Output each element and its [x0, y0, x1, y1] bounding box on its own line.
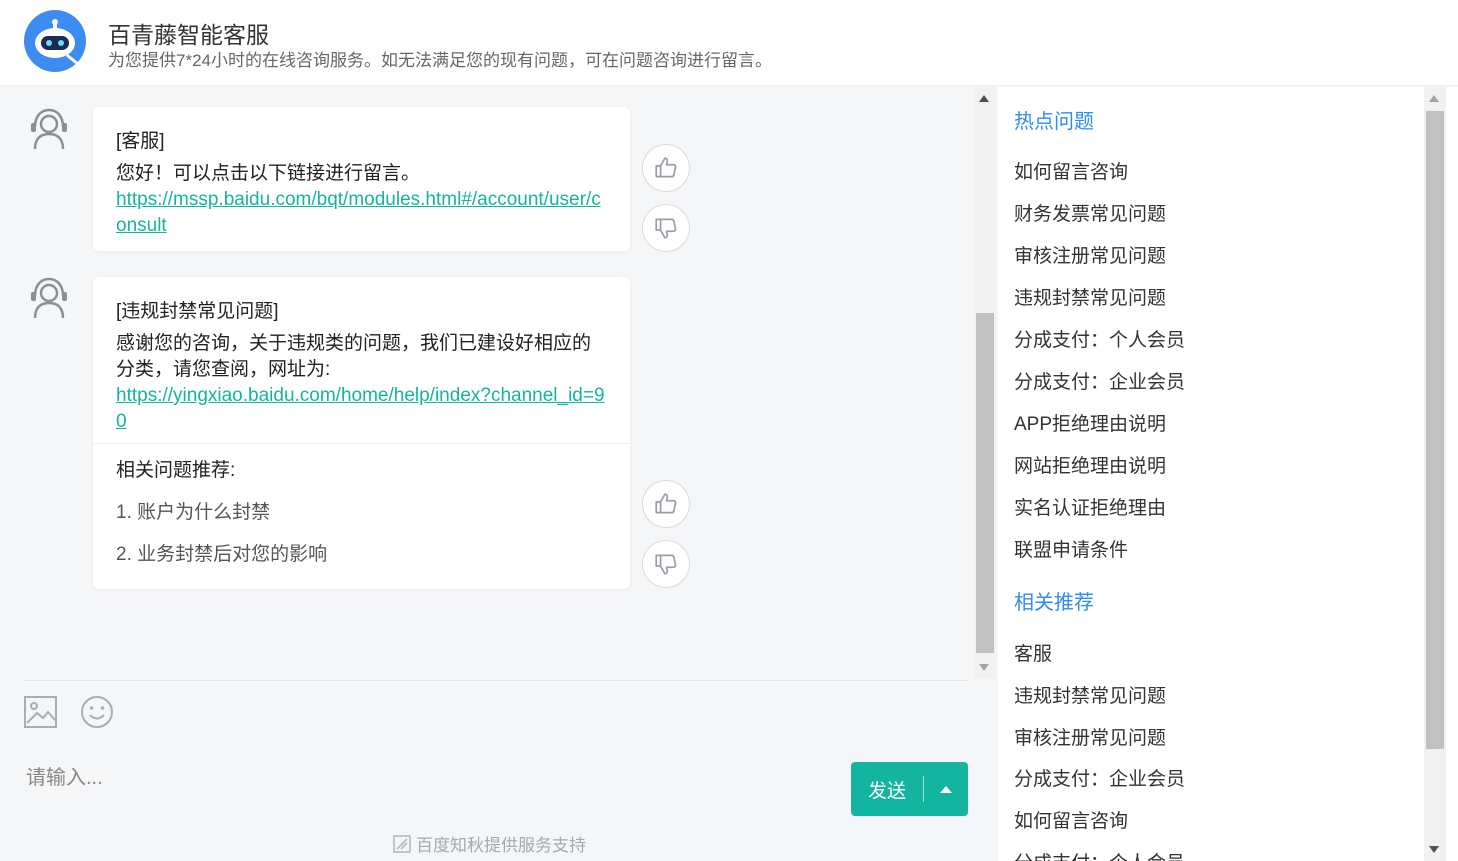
scroll-down-icon[interactable]: [979, 664, 989, 671]
hot-question-item[interactable]: APP拒绝理由说明: [1014, 409, 1166, 436]
recommend-item[interactable]: 2. 业务封禁后对您的影响: [116, 542, 606, 568]
hot-question-item[interactable]: 分成支付：个人会员: [1014, 325, 1185, 352]
scroll-up-icon[interactable]: [979, 95, 989, 102]
scrollbar-thumb[interactable]: [1426, 111, 1444, 749]
brand-mark-icon: [393, 834, 411, 853]
related-title: 相关推荐: [1014, 592, 1094, 614]
agent-avatar-icon: [31, 108, 67, 150]
chat-scrollbar[interactable]: [974, 87, 996, 679]
footer: 百度知秋提供服务支持: [392, 831, 586, 856]
app-subtitle: 为您提供7*24小时的在线咨询服务。如无法满足您的现有问题，可在问题咨询进行留言…: [108, 51, 772, 70]
message-text: 您好！可以点击以下链接进行留言。: [116, 163, 421, 184]
hot-question-item[interactable]: 网站拒绝理由说明: [1014, 451, 1166, 478]
message-bubble: [违规封禁常见问题] 感谢您的咨询，关于违规类的问题，我们已建设好相应的分类，请…: [93, 277, 630, 589]
thumbs-up-button[interactable]: [642, 144, 690, 192]
thumbs-down-button[interactable]: [642, 204, 690, 252]
message-link[interactable]: https://mssp.baidu.com/bqt/modules.html#…: [116, 189, 601, 236]
thumbs-down-button[interactable]: [642, 540, 690, 588]
hot-question-item[interactable]: 违规封禁常见问题: [1014, 283, 1166, 310]
thumbs-down-icon: [655, 218, 677, 239]
agent-avatar-icon: [31, 277, 67, 319]
sidebar-scrollbar[interactable]: [1424, 87, 1446, 861]
composer-divider: [24, 680, 969, 681]
send-button[interactable]: 发送: [851, 762, 968, 816]
related-item[interactable]: 客服: [1014, 639, 1052, 666]
app-title: 百青藤智能客服: [108, 22, 269, 48]
sidebar: 热点问题 如何留言咨询 财务发票常见问题 审核注册常见问题 违规封禁常见问题 分…: [998, 87, 1458, 861]
scroll-up-icon[interactable]: [1429, 95, 1439, 102]
header: 百青藤智能客服 为您提供7*24小时的在线咨询服务。如无法满足您的现有问题，可在…: [0, 0, 1458, 86]
thumbs-up-icon: [655, 157, 677, 178]
recommend-title: 相关问题推荐:: [116, 460, 236, 481]
message-bubble: [客服] 您好！可以点击以下链接进行留言。 https://mssp.baidu…: [93, 107, 630, 251]
hot-question-item[interactable]: 实名认证拒绝理由: [1014, 493, 1166, 520]
hot-question-item[interactable]: 审核注册常见问题: [1014, 241, 1166, 268]
message-tag: [违规封禁常见问题]: [116, 301, 279, 322]
related-item[interactable]: 违规封禁常见问题: [1014, 681, 1166, 708]
hot-question-item[interactable]: 如何留言咨询: [1014, 157, 1128, 184]
related-item[interactable]: 分成支付：企业会员: [1014, 764, 1185, 791]
message-input[interactable]: [26, 761, 826, 795]
hot-question-item[interactable]: 联盟申请条件: [1014, 535, 1128, 562]
scroll-down-icon[interactable]: [1429, 846, 1439, 853]
hot-question-item[interactable]: 分成支付：企业会员: [1014, 367, 1185, 394]
recommend-item[interactable]: 1. 账户为什么封禁: [116, 500, 606, 526]
hot-question-item[interactable]: 财务发票常见问题: [1014, 199, 1166, 226]
message-tag: [客服]: [116, 131, 165, 152]
hot-questions-title: 热点问题: [1014, 111, 1094, 133]
thumbs-up-icon: [655, 493, 677, 514]
footer-text: 百度知秋提供服务支持: [416, 836, 586, 855]
send-options-caret-icon[interactable]: [924, 785, 968, 793]
image-upload-icon[interactable]: [23, 694, 59, 730]
related-item[interactable]: 审核注册常见问题: [1014, 723, 1166, 750]
message-link[interactable]: https://yingxiao.baidu.com/home/help/ind…: [116, 385, 605, 432]
send-button-label: 发送: [867, 780, 906, 802]
thumbs-down-icon: [655, 554, 677, 575]
chat-panel: [客服] 您好！可以点击以下链接进行留言。 https://mssp.baidu…: [0, 87, 998, 861]
related-item[interactable]: 如何留言咨询: [1014, 806, 1128, 833]
emoji-icon[interactable]: [79, 694, 115, 730]
robot-logo-icon: [24, 10, 86, 72]
thumbs-up-button[interactable]: [642, 480, 690, 528]
scrollbar-thumb[interactable]: [976, 313, 994, 653]
message-text: 感谢您的咨询，关于违规类的问题，我们已建设好相应的分类，请您查阅，网址为:: [116, 333, 592, 380]
related-item[interactable]: 分成支付：个人会员: [1014, 848, 1185, 861]
